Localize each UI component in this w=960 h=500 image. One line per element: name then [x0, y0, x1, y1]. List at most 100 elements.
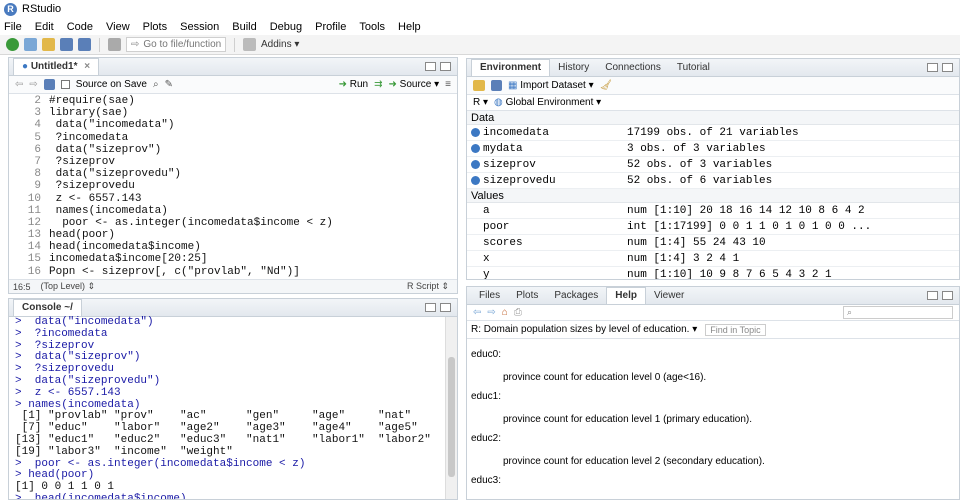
grid-layout-icon[interactable]: [243, 38, 256, 51]
env-object-name[interactable]: y: [467, 267, 627, 280]
tab-viewer[interactable]: Viewer: [646, 288, 692, 304]
new-file-icon[interactable]: [6, 38, 19, 51]
maximize-icon[interactable]: [440, 62, 451, 71]
menu-edit[interactable]: Edit: [35, 21, 54, 33]
tab-environment[interactable]: Environment: [471, 59, 551, 76]
env-row[interactable]: sizeprovedu 52 obs. of 6 variables: [467, 173, 959, 189]
tab-console[interactable]: Console ~/: [13, 299, 82, 316]
code-text[interactable]: ?incomedata: [49, 132, 129, 144]
new-project-icon[interactable]: [24, 38, 37, 51]
print-icon[interactable]: [108, 38, 121, 51]
menu-session[interactable]: Session: [180, 21, 219, 33]
save-icon[interactable]: [43, 79, 55, 90]
code-text[interactable]: names(incomedata): [49, 205, 168, 217]
minimize-icon[interactable]: [425, 62, 436, 71]
code-text[interactable]: data("sizeprov"): [49, 144, 162, 156]
code-text[interactable]: z <- 6557.143: [49, 193, 142, 205]
forward-arrow-icon[interactable]: ⇨: [487, 307, 495, 318]
open-folder-icon[interactable]: [473, 80, 485, 91]
run-button[interactable]: ➜ Run: [339, 79, 369, 90]
code-line[interactable]: 2 #require(sae): [9, 95, 457, 107]
code-text[interactable]: data("sizeprovedu"): [49, 168, 181, 180]
code-text[interactable]: data("incomedata"): [49, 119, 175, 131]
code-text[interactable]: poor <- as.integer(incomedata$income < z…: [49, 217, 333, 229]
code-line[interactable]: 6 data("sizeprov"): [9, 144, 457, 156]
code-line[interactable]: 14 head(incomedata$income): [9, 241, 457, 253]
menu-profile[interactable]: Profile: [315, 21, 346, 33]
code-text[interactable]: library(sae): [49, 107, 128, 119]
env-object-name[interactable]: mydata: [467, 141, 627, 156]
code-text[interactable]: ?sizeprov: [49, 156, 115, 168]
save-all-icon[interactable]: [78, 38, 91, 51]
tab-files[interactable]: Files: [471, 288, 508, 304]
code-line[interactable]: 13 head(poor): [9, 229, 457, 241]
code-line[interactable]: 4 data("incomedata"): [9, 119, 457, 131]
open-file-icon[interactable]: [42, 38, 55, 51]
code-line[interactable]: 3 library(sae): [9, 107, 457, 119]
menu-build[interactable]: Build: [232, 21, 256, 33]
find-in-topic-input[interactable]: Find in Topic: [705, 323, 766, 336]
source-on-save-checkbox[interactable]: [60, 80, 70, 89]
minimize-icon[interactable]: [927, 291, 938, 300]
code-text[interactable]: Popn <- sizeprov[, c("provlab", "Nd")]: [49, 266, 300, 278]
env-row[interactable]: y num [1:10] 10 9 8 7 6 5 4 3 2 1: [467, 267, 959, 280]
console-scrollbar[interactable]: [445, 317, 457, 499]
menu-tools[interactable]: Tools: [359, 21, 385, 33]
code-line[interactable]: 12 poor <- as.integer(incomedata$income …: [9, 217, 457, 229]
env-row[interactable]: scores num [1:4] 55 24 43 10: [467, 235, 959, 251]
env-object-name[interactable]: sizeprov: [467, 157, 627, 172]
code-line[interactable]: 8 data("sizeprovedu"): [9, 168, 457, 180]
expand-icon[interactable]: [471, 128, 480, 137]
code-line[interactable]: 10 z <- 6557.143: [9, 193, 457, 205]
code-text[interactable]: incomedata$income[20:25]: [49, 253, 207, 265]
code-line[interactable]: 16 Popn <- sizeprov[, c("provlab", "Nd")]: [9, 266, 457, 278]
minimize-icon[interactable]: [425, 303, 436, 312]
home-icon[interactable]: ⌂: [502, 307, 508, 318]
code-area[interactable]: 2 #require(sae) 3 library(sae) 4 data("incom…: [9, 95, 457, 279]
back-arrow-icon[interactable]: ⇦: [473, 307, 481, 318]
env-row[interactable]: x num [1:4] 3 2 4 1: [467, 251, 959, 267]
maximize-icon[interactable]: [942, 63, 953, 72]
language-select[interactable]: R ▾: [473, 97, 488, 108]
env-object-name[interactable]: poor: [467, 219, 627, 234]
go-to-file-input[interactable]: ⇨ Go to file/function: [126, 37, 226, 52]
env-row[interactable]: sizeprov 52 obs. of 3 variables: [467, 157, 959, 173]
env-row[interactable]: poor int [1:17199] 0 0 1 1 0 1 0 1 0 0 ..…: [467, 219, 959, 235]
tab-packages[interactable]: Packages: [546, 288, 606, 304]
help-search-input[interactable]: ⌕: [843, 306, 953, 319]
env-object-name[interactable]: a: [467, 203, 627, 218]
scrollbar-thumb[interactable]: [448, 357, 455, 477]
env-row[interactable]: mydata 3 obs. of 3 variables: [467, 141, 959, 157]
scope-indicator[interactable]: (Top Level) ⇕: [41, 281, 96, 292]
menu-file[interactable]: File: [4, 21, 22, 33]
maximize-icon[interactable]: [440, 303, 451, 312]
source-button[interactable]: ➜ Source ▾: [388, 79, 439, 90]
addins-button[interactable]: Addins ▾: [261, 39, 299, 50]
menu-code[interactable]: Code: [67, 21, 93, 33]
save-icon[interactable]: [491, 80, 502, 91]
expand-icon[interactable]: [471, 176, 480, 185]
code-text[interactable]: head(incomedata$income): [49, 241, 201, 253]
env-row[interactable]: a num [1:10] 20 18 16 14 12 10 8 6 4 2: [467, 203, 959, 219]
broom-icon[interactable]: 🧹︎: [600, 80, 613, 91]
file-type-indicator[interactable]: R Script ⇕: [407, 281, 449, 292]
code-text[interactable]: ?sizeprovedu: [49, 180, 135, 192]
tab-connections[interactable]: Connections: [597, 60, 669, 76]
expand-icon[interactable]: [471, 144, 480, 153]
code-line[interactable]: 15 incomedata$income[20:25]: [9, 253, 457, 265]
code-line[interactable]: 9 ?sizeprovedu: [9, 180, 457, 192]
code-text[interactable]: #require(sae): [49, 95, 135, 107]
tab-history[interactable]: History: [550, 60, 597, 76]
env-object-name[interactable]: scores: [467, 235, 627, 250]
global-environment-select[interactable]: ◍ Global Environment ▾: [494, 97, 601, 108]
minimize-icon[interactable]: [927, 63, 938, 72]
env-object-name[interactable]: sizeprovedu: [467, 173, 627, 188]
tab-plots[interactable]: Plots: [508, 288, 546, 304]
save-icon[interactable]: [60, 38, 73, 51]
menu-help[interactable]: Help: [398, 21, 421, 33]
menu-debug[interactable]: Debug: [270, 21, 302, 33]
help-topic-title[interactable]: R: Domain population sizes by level of e…: [471, 324, 697, 335]
console-output[interactable]: > data("incomedata") > ?incomedata > ?size…: [9, 316, 445, 499]
env-row[interactable]: incomedata 17199 obs. of 21 variables: [467, 125, 959, 141]
maximize-icon[interactable]: [942, 291, 953, 300]
